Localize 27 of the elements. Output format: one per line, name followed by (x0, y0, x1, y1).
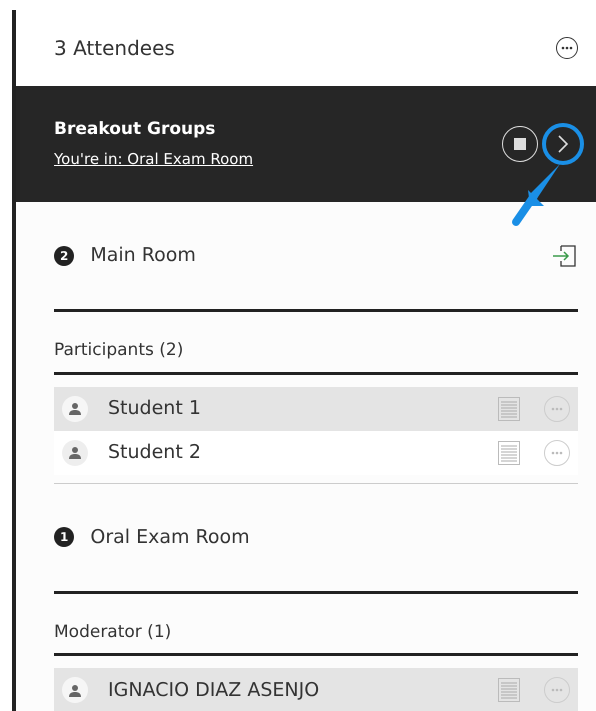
count-badge: 1 (54, 527, 74, 547)
section-heading: Participants (2) (54, 312, 578, 374)
section-heading: Moderator (1) (54, 594, 578, 656)
ellipsis-icon (551, 450, 563, 454)
participant-row[interactable]: IGNACIO DIAZ ASENJO (54, 668, 578, 711)
list-icon (498, 678, 520, 702)
panel-title: 3 Attendees (54, 35, 175, 62)
next-button[interactable] (542, 123, 584, 165)
chevron-right-icon (557, 134, 569, 154)
participant-row[interactable]: Student 1 (54, 386, 578, 430)
banner-title: Breakout Groups (54, 118, 216, 142)
ellipsis-icon (551, 406, 563, 410)
room-name: Oral Exam Room (90, 524, 250, 550)
more-options-button[interactable] (556, 37, 578, 59)
list-icon (498, 396, 520, 421)
user-icon (62, 677, 88, 703)
room-name: Main Room (90, 243, 196, 268)
user-icon (62, 440, 88, 466)
stop-button[interactable] (502, 126, 538, 162)
user-icon (62, 396, 88, 422)
ellipsis-icon (561, 46, 573, 50)
ellipsis-icon (551, 688, 563, 692)
count-badge: 2 (54, 246, 74, 266)
room-link[interactable]: You're in: Oral Exam Room (54, 150, 254, 168)
join-room-button[interactable] (552, 242, 578, 268)
stop-icon (514, 138, 526, 150)
list-icon (498, 440, 520, 465)
